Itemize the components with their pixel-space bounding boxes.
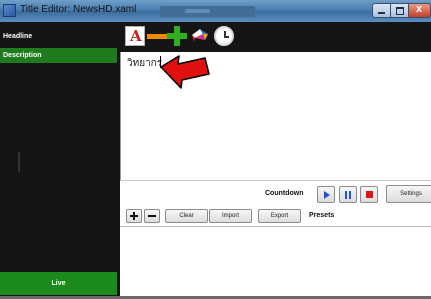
live-button[interactable]: Live (0, 272, 117, 295)
minimize-button[interactable] (372, 3, 391, 18)
window-titlebar[interactable]: Title Editor: NewsHD.xaml (0, 0, 431, 22)
toolbar: A (120, 22, 431, 52)
play-button[interactable] (317, 186, 335, 203)
window-title: Title Editor: NewsHD.xaml (20, 4, 137, 15)
clock-icon[interactable] (214, 26, 234, 46)
title-editor-window: Title Editor: NewsHD.xaml Headline Descr… (0, 0, 431, 299)
remove-preset-button[interactable] (144, 209, 160, 223)
countdown-label: Countdown (265, 190, 304, 197)
taskbar-preview-blur (160, 6, 255, 17)
clear-button[interactable]: Clear (165, 209, 208, 223)
sidebar: Headline Description Live (0, 22, 120, 299)
remove-icon[interactable] (147, 26, 167, 46)
close-button[interactable] (408, 3, 431, 18)
maximize-button[interactable] (390, 3, 409, 18)
editor-text[interactable]: วิทยากร (127, 56, 162, 71)
export-button[interactable]: Export (258, 209, 301, 223)
text-editor[interactable]: วิทยากร (120, 52, 431, 180)
pause-button[interactable] (339, 186, 357, 203)
countdown-bar: Countdown Settings (120, 180, 431, 207)
app-icon (3, 4, 16, 17)
text-format-icon[interactable]: A (125, 26, 145, 46)
red-arrow-annotation (160, 55, 210, 89)
add-preset-button[interactable] (126, 209, 142, 223)
add-icon[interactable] (167, 26, 187, 46)
presets-list[interactable] (120, 227, 431, 299)
sidebar-item-description[interactable]: Description (0, 48, 117, 63)
presets-label: Presets (309, 212, 335, 219)
sidebar-divider (18, 152, 20, 172)
stop-button[interactable] (360, 186, 378, 203)
presets-bar: Clear Import Export Presets (120, 207, 431, 227)
import-button[interactable]: Import (209, 209, 252, 223)
settings-button[interactable]: Settings (386, 185, 431, 203)
sidebar-item-headline[interactable]: Headline (0, 29, 117, 44)
color-palette-icon[interactable] (189, 26, 209, 46)
